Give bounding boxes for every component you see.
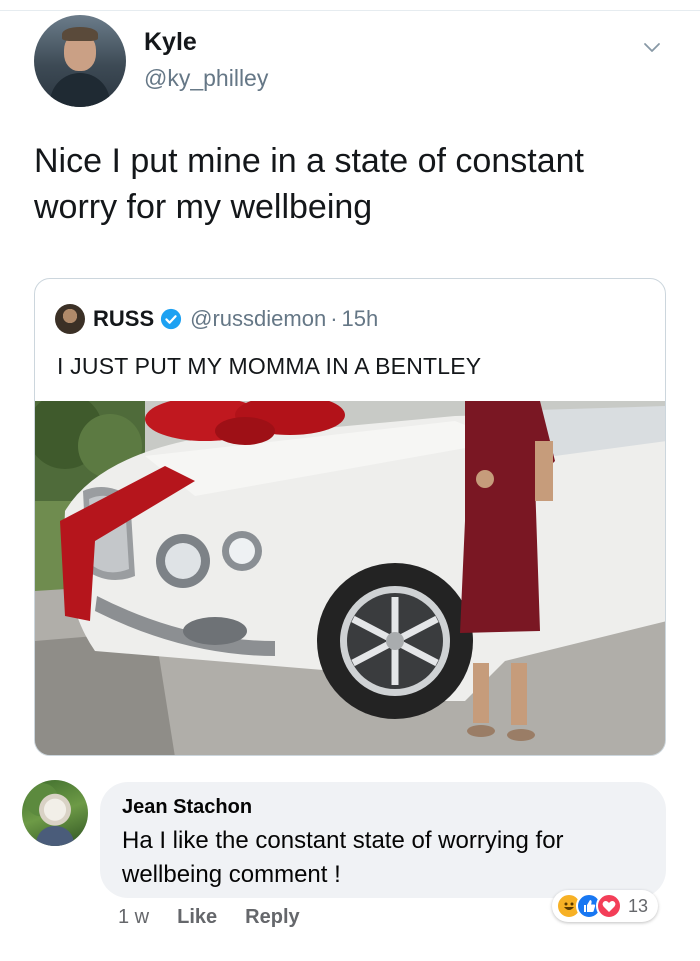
avatar[interactable] xyxy=(34,15,126,107)
quoted-author-name: RUSS xyxy=(93,306,155,331)
quoted-author-handle: @russdiemon xyxy=(190,306,327,331)
comment-bubble: Jean Stachon Ha I like the constant stat… xyxy=(100,782,666,898)
chevron-down-icon[interactable] xyxy=(642,37,662,57)
quoted-tweet-photo[interactable] xyxy=(35,401,666,756)
quoted-tweet-time: 15h xyxy=(341,306,379,331)
like-button[interactable]: Like xyxy=(177,906,217,929)
avatar-body xyxy=(50,73,110,107)
tweet-text: Nice I put mine in a state of constant w… xyxy=(34,142,584,226)
quoted-tweet-card[interactable]: RUSS @russdiemon · 15h I JUST PUT MY MOM… xyxy=(34,278,666,756)
top-divider xyxy=(0,10,700,11)
quoted-tweet-header: RUSS @russdiemon · 15h xyxy=(55,303,378,335)
comment-time[interactable]: 1 w xyxy=(118,906,149,929)
verified-badge-icon xyxy=(161,308,182,330)
commenter-name[interactable]: Jean Stachon xyxy=(122,796,252,819)
reply-button[interactable]: Reply xyxy=(245,906,299,929)
quoted-avatar xyxy=(55,304,85,334)
comment-text: Ha I like the constant state of worrying… xyxy=(122,827,564,888)
commenter-avatar[interactable] xyxy=(22,780,88,846)
love-reaction-icon xyxy=(596,893,622,919)
comment-actions: 1 w Like Reply xyxy=(118,904,328,930)
reaction-count: 13 xyxy=(628,895,649,916)
author-name[interactable]: Kyle xyxy=(144,28,197,57)
author-handle[interactable]: @ky_philley xyxy=(144,65,268,92)
meta-separator: · xyxy=(330,306,338,331)
avatar-hair xyxy=(62,27,98,41)
quoted-tweet-text: I JUST PUT MY MOMMA IN A BENTLEY xyxy=(57,353,482,379)
tweet-header: Kyle @ky_philley xyxy=(34,15,674,110)
reactions-summary[interactable]: 13 xyxy=(552,890,659,922)
commenter-avatar-shirt xyxy=(36,826,74,846)
comment: Jean Stachon Ha I like the constant stat… xyxy=(22,778,682,948)
